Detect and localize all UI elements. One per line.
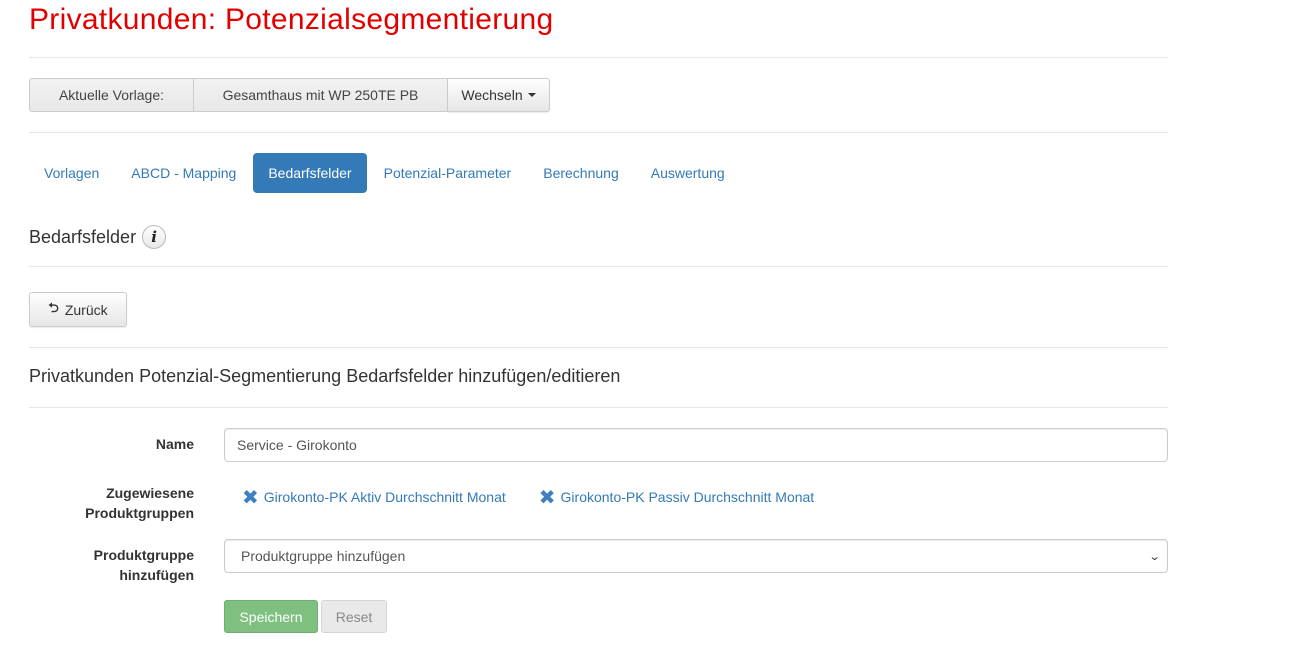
nav-tabs: Vorlagen ABCD - Mapping Bedarfsfelder Po… — [29, 153, 742, 193]
assigned-groups-list: ✖ Girokonto-PK Aktiv Durchschnitt Monat … — [242, 487, 847, 507]
switch-template-button[interactable]: Wechseln — [448, 78, 550, 112]
switch-template-label: Wechseln — [461, 87, 523, 103]
name-input[interactable] — [224, 428, 1168, 462]
caret-down-icon — [527, 93, 536, 97]
divider — [29, 407, 1168, 408]
save-button[interactable]: Speichern — [224, 600, 318, 633]
assigned-group-label: Girokonto-PK Passiv Durchschnitt Monat — [560, 489, 815, 505]
assigned-group-item[interactable]: ✖ Girokonto-PK Aktiv Durchschnitt Monat — [242, 487, 506, 507]
divider — [29, 347, 1168, 348]
tab-abcd-mapping[interactable]: ABCD - Mapping — [116, 153, 251, 193]
assigned-groups-label: Zugewiesene Produktgruppen — [85, 485, 194, 521]
return-arrow-icon: ⮌ — [48, 300, 59, 316]
tab-potenzial-parameter[interactable]: Potenzial-Parameter — [369, 153, 527, 193]
chevron-down-icon: ⌄ — [1148, 549, 1161, 563]
current-template-label: Aktuelle Vorlage: — [29, 78, 194, 112]
current-template-value: Gesamthaus mit WP 250TE PB — [194, 78, 448, 112]
assigned-group-label: Girokonto-PK Aktiv Durchschnitt Monat — [263, 489, 506, 505]
divider — [29, 266, 1168, 267]
remove-icon[interactable]: ✖ — [539, 487, 556, 507]
back-button-label: Zurück — [64, 301, 108, 318]
tab-berechnung[interactable]: Berechnung — [528, 153, 634, 193]
section-title: Bedarfsfelder i — [29, 225, 167, 249]
divider — [29, 57, 1168, 58]
divider — [29, 132, 1168, 133]
info-icon[interactable]: i — [142, 225, 167, 249]
back-button[interactable]: ⮌ Zurück — [29, 292, 127, 327]
form-heading: Privatkunden Potenzial-Segmentierung Bed… — [29, 366, 621, 386]
tab-vorlagen[interactable]: Vorlagen — [29, 153, 114, 193]
add-group-label: Produktgruppe hinzufügen — [93, 547, 194, 583]
assigned-group-item[interactable]: ✖ Girokonto-PK Passiv Durchschnitt Monat — [539, 487, 814, 507]
page-title: Privatkunden: Potenzialsegmentierung — [29, 3, 554, 36]
reset-button[interactable]: Reset — [321, 600, 387, 633]
section-title-text: Bedarfsfelder — [29, 226, 137, 247]
add-group-select-value: Produktgruppe hinzufügen — [241, 548, 406, 564]
remove-icon[interactable]: ✖ — [242, 487, 259, 507]
name-label: Name — [155, 436, 194, 452]
tab-bedarfsfelder[interactable]: Bedarfsfelder — [253, 153, 367, 193]
tab-auswertung[interactable]: Auswertung — [636, 153, 740, 193]
template-bar: Aktuelle Vorlage: Gesamthaus mit WP 250T… — [29, 78, 550, 112]
add-group-select[interactable]: Produktgruppe hinzufügen ⌄ — [224, 539, 1168, 573]
